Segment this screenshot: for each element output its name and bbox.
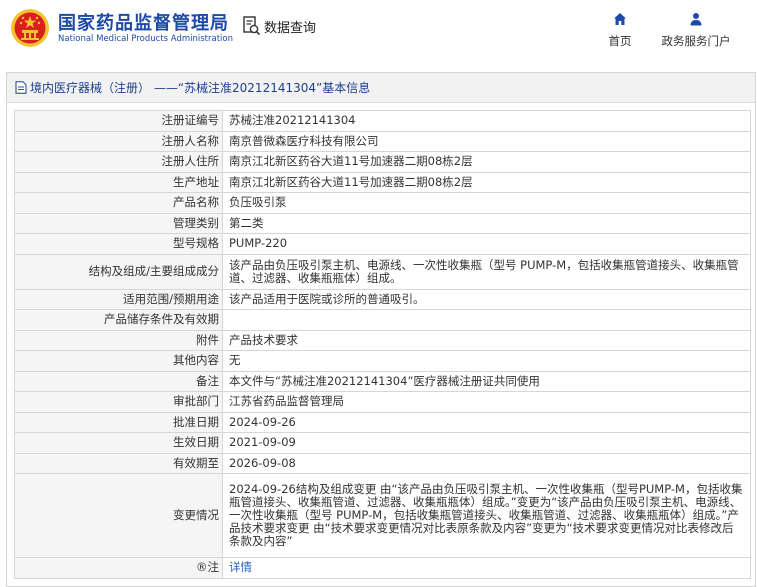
national-emblem-icon <box>11 9 49 47</box>
document-search-icon <box>243 16 261 36</box>
field-label: 批准日期 <box>14 411 223 433</box>
table-row: 结构及组成/主要组成成分 该产品由负压吸引泵主机、电源线、一次性收集瓶（型号 P… <box>14 253 751 290</box>
table-row: 附件 产品技术要求 <box>14 329 751 351</box>
table-row: 有效期至 2026-09-08 <box>14 452 751 474</box>
field-value: 2026-09-08 <box>222 452 751 474</box>
field-value: 第二类 <box>222 212 751 234</box>
field-label: 注册证编号 <box>14 110 223 132</box>
field-value: 本文件与“苏械注准20212141304”医疗器械注册证共同使用 <box>222 370 751 392</box>
field-value: 2024-09-26 <box>222 411 751 433</box>
table-row: 注册人住所 南京江北新区药谷大道11号加速器二期08栋2层 <box>14 151 751 173</box>
field-value: 负压吸引泵 <box>222 192 751 214</box>
table-row: 生效日期 2021-09-09 <box>14 432 751 454</box>
field-value: 2024-09-26结构及组成变更 由“该产品由负压吸引泵主机、一次性收集瓶（型… <box>222 473 751 558</box>
table-row: 注册证编号 苏械注准20212141304 <box>14 110 751 132</box>
table-row: 产品名称 负压吸引泵 <box>14 192 751 214</box>
field-label: 其他内容 <box>14 350 223 372</box>
nav-service-portal[interactable]: 政务服务门户 <box>656 12 736 49</box>
nav-service-portal-label: 政务服务门户 <box>661 34 731 48</box>
site-title[interactable]: 国家药品监督管理局 <box>58 9 229 35</box>
table-row: 其他内容 无 <box>14 350 751 372</box>
field-label: 附件 <box>14 329 223 351</box>
field-value: 南京普微森医疗科技有限公司 <box>222 130 751 152</box>
table-row: 生产地址 南京江北新区药谷大道11号加速器二期08栋2层 <box>14 171 751 193</box>
table-row: 适用范围/预期用途 该产品适用于医院或诊所的普通吸引。 <box>14 288 751 310</box>
table-row: 产品储存条件及有效期 <box>14 309 751 331</box>
home-icon <box>614 13 626 25</box>
field-value <box>222 309 751 331</box>
field-label: ®注 <box>14 557 223 579</box>
table-row: 型号规格 PUMP-220 <box>14 233 751 255</box>
field-value: 无 <box>222 350 751 372</box>
detail-panel: 境内医疗器械（注册） ——“苏械注准20212141304”基本信息 注册证编号… <box>6 72 756 587</box>
field-value: 江苏省药品监督管理局 <box>222 391 751 413</box>
field-value: 产品技术要求 <box>222 329 751 351</box>
field-label: 注册人住所 <box>14 151 223 173</box>
field-label: 有效期至 <box>14 452 223 474</box>
nav-home-label: 首页 <box>608 34 632 48</box>
table-row: 变更情况 2024-09-26结构及组成变更 由“该产品由负压吸引泵主机、一次性… <box>14 473 751 558</box>
table-row: 备注 本文件与“苏械注准20212141304”医疗器械注册证共同使用 <box>14 370 751 392</box>
field-label: 注册人名称 <box>14 130 223 152</box>
field-value: 苏械注准20212141304 <box>222 110 751 132</box>
field-label: 型号规格 <box>14 233 223 255</box>
field-label: 变更情况 <box>14 473 223 558</box>
field-label: 结构及组成/主要组成成分 <box>14 253 223 290</box>
panel-title: 境内医疗器械（注册） ——“苏械注准20212141304”基本信息 <box>30 81 371 95</box>
field-value: 南京江北新区药谷大道11号加速器二期08栋2层 <box>222 151 751 173</box>
table-row: 批准日期 2024-09-26 <box>14 411 751 433</box>
field-label: 管理类别 <box>14 212 223 234</box>
document-icon <box>15 81 27 94</box>
field-label: 生效日期 <box>14 432 223 454</box>
field-value: PUMP-220 <box>222 233 751 255</box>
field-label: 备注 <box>14 370 223 392</box>
table-row: 审批部门 江苏省药品监督管理局 <box>14 391 751 413</box>
table-row: ®注 详情 <box>14 557 751 579</box>
detail-link[interactable]: 详情 <box>229 560 252 574</box>
site-subtitle: National Medical Products Administration <box>58 34 233 44</box>
field-label: 生产地址 <box>14 171 223 193</box>
user-icon <box>690 13 702 26</box>
data-search-link[interactable]: 数据查询 <box>243 16 316 36</box>
field-label: 适用范围/预期用途 <box>14 288 223 310</box>
field-value: 南京江北新区药谷大道11号加速器二期08栋2层 <box>222 171 751 193</box>
panel-header: 境内医疗器械（注册） ——“苏械注准20212141304”基本信息 <box>7 73 755 103</box>
info-table: 注册证编号 苏械注准20212141304 注册人名称 南京普微森医疗科技有限公… <box>14 110 751 579</box>
table-row: 管理类别 第二类 <box>14 212 751 234</box>
field-label: 产品储存条件及有效期 <box>14 309 223 331</box>
data-search-label: 数据查询 <box>264 20 317 36</box>
field-label: 产品名称 <box>14 192 223 214</box>
field-label: 审批部门 <box>14 391 223 413</box>
site-header: 国家药品监督管理局 National Medical Products Admi… <box>0 0 757 64</box>
field-value: 该产品由负压吸引泵主机、电源线、一次性收集瓶（型号 PUMP-M，包括收集瓶管道… <box>222 253 751 290</box>
nav-home[interactable]: 首页 <box>603 12 637 49</box>
field-value: 详情 <box>222 557 751 579</box>
table-row: 注册人名称 南京普微森医疗科技有限公司 <box>14 130 751 152</box>
field-value: 该产品适用于医院或诊所的普通吸引。 <box>222 288 751 310</box>
field-value: 2021-09-09 <box>222 432 751 454</box>
